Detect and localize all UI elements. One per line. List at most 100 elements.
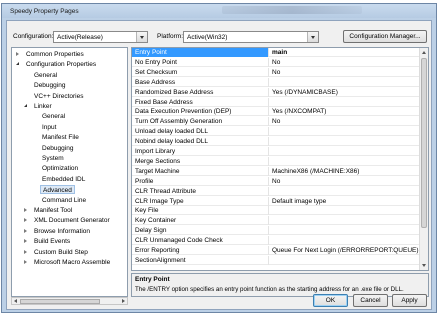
collapsed-arrow-icon[interactable] [24,260,27,264]
property-row[interactable]: Delay Sign [132,226,428,236]
tree-item[interactable]: Browse Information [24,227,92,236]
property-name: Nobind delay loaded DLL [135,138,208,146]
tree-item[interactable]: Manifest File [40,133,81,142]
tree-item[interactable]: Manifest Tool [24,206,74,215]
tree-item[interactable]: Microsoft Macro Assemble [24,258,112,267]
property-row[interactable]: CLR Unmanaged Code Check [132,236,428,246]
tree-item[interactable]: System [40,154,66,163]
property-row[interactable]: Set Checksum No [132,67,428,77]
property-value[interactable]: Yes (/DYNAMICBASE) [272,88,338,97]
tree-item[interactable]: Debugging [40,144,75,153]
tree-item-label: VC++ Directories [34,92,84,100]
property-row[interactable]: Key Container [132,216,428,226]
property-row[interactable]: Profile No [132,176,428,186]
tree-item[interactable]: Common Properties [16,50,86,59]
tree-item-label: Linker [34,103,52,110]
tree-item[interactable]: General [32,71,59,80]
scrollbar-thumb[interactable] [421,58,427,228]
scroll-left-icon[interactable] [12,298,19,304]
scroll-up-icon[interactable] [420,48,428,56]
scroll-down-icon[interactable] [420,262,428,270]
scroll-right-icon[interactable] [120,298,127,304]
property-row[interactable]: Fixed Base Address [132,97,428,107]
collapsed-arrow-icon[interactable] [24,218,27,223]
ok-button[interactable]: OK [313,294,348,307]
tree-item[interactable]: Linker [24,102,54,111]
property-value[interactable]: No [272,117,280,126]
tree-horizontal-scrollbar[interactable] [11,297,128,305]
tree-item[interactable]: Build Events [24,237,72,246]
property-grid[interactable]: SectionAlignment Error Reporting Queue For… [131,47,429,271]
tree-item[interactable]: Command Line [40,196,88,205]
tree-item-label: Common Properties [26,51,84,58]
tree-item[interactable]: Advanced [40,185,75,195]
column-divider [268,97,269,107]
property-row[interactable]: SectionAlignment [132,255,428,265]
property-row[interactable]: Nobind delay loaded DLL [132,137,428,147]
property-value[interactable]: Default image type [272,197,326,206]
property-row[interactable]: Merge Sections [132,156,428,166]
property-row[interactable]: Data Execution Prevention (DEP) Yes (/NXC… [132,107,428,117]
title-bar[interactable]: Speedy Property Pages [2,4,436,18]
property-value[interactable]: Yes (/NXCOMPAT) [272,107,326,116]
column-divider [268,166,269,176]
property-grid-vertical-scrollbar[interactable] [419,48,428,270]
tree-item[interactable]: XML Document Generator [24,216,112,225]
tree-item[interactable]: General [40,112,67,121]
property-name: Profile [135,177,154,185]
property-row[interactable]: Turn Off Assembly Generation No [132,117,428,127]
property-row[interactable]: Base Address [132,77,428,87]
tree-item-label: Build Events [34,238,71,246]
property-row[interactable]: No Entry Point No [132,57,428,67]
property-row[interactable]: CLR Thread Attribute [132,186,428,196]
column-divider [268,216,269,226]
property-row[interactable]: Randomized Base Address Yes (/DYNAMICBASE… [132,87,428,97]
property-value[interactable]: MachineX86 (/MACHINE:X86) [272,167,359,176]
tree-item[interactable]: VC++ Directories [32,92,86,101]
tree-item[interactable]: Debugging [32,81,67,90]
property-value[interactable]: No [272,177,280,186]
property-value[interactable]: No [272,68,280,77]
property-value[interactable]: main [272,48,287,57]
collapsed-arrow-icon[interactable] [24,208,27,212]
tree-item[interactable]: Embedded IDL [40,175,87,184]
tree-item-label: Microsoft Macro Assemble [34,259,111,266]
collapsed-arrow-icon[interactable] [24,249,27,254]
tree-item-label: Input [42,123,57,131]
property-value[interactable]: No [272,58,280,67]
expanded-arrow-icon[interactable] [24,104,27,107]
column-divider [268,107,269,117]
platform-select[interactable]: Active(Win32) [183,31,319,43]
property-row[interactable]: CLR Image Type Default image type [132,196,428,206]
scrollbar-thumb[interactable] [20,299,100,304]
configuration-manager-button[interactable]: Configuration Manager... [343,30,427,43]
collapsed-arrow-icon[interactable] [24,239,27,244]
column-divider [268,57,269,67]
collapsed-arrow-icon[interactable] [16,52,19,56]
category-tree[interactable]: Common Properties Configuration Propertie… [11,47,128,297]
property-row[interactable]: Target Machine MachineX86 (/MACHINE:X86) [132,166,428,176]
collapsed-arrow-icon[interactable] [24,228,27,233]
cancel-button[interactable]: Cancel [353,294,388,307]
property-row[interactable]: Key File [132,206,428,216]
column-divider [268,147,269,156]
property-row[interactable]: Error Reporting Queue For Next Login (/ER… [132,246,428,255]
tree-item[interactable]: Configuration Properties [16,60,98,69]
property-row[interactable]: Entry Point main [132,48,428,57]
apply-button[interactable]: Apply [392,294,427,307]
property-name: Entry Point [132,48,268,57]
property-pages-window: Speedy Property Pages Configuration: Act… [1,3,437,313]
expanded-arrow-icon[interactable] [16,62,19,66]
tree-item[interactable]: Custom Build Step [24,248,90,257]
property-row[interactable]: Import Library [132,147,428,156]
property-value[interactable]: Queue For Next Login (/ERRORREPORT:QUEUE… [272,246,419,255]
tree-item[interactable]: Input [40,123,58,132]
blurred-title-area [222,6,362,14]
tree-item[interactable]: Optimization [40,164,80,173]
configuration-select[interactable]: Active(Release) [53,31,148,43]
window-title: Speedy Property Pages [10,8,79,15]
property-row[interactable]: Unload delay loaded DLL [132,127,428,137]
column-divider [268,127,269,137]
column-divider [268,77,269,87]
property-name: Data Execution Prevention (DEP) [135,108,232,116]
